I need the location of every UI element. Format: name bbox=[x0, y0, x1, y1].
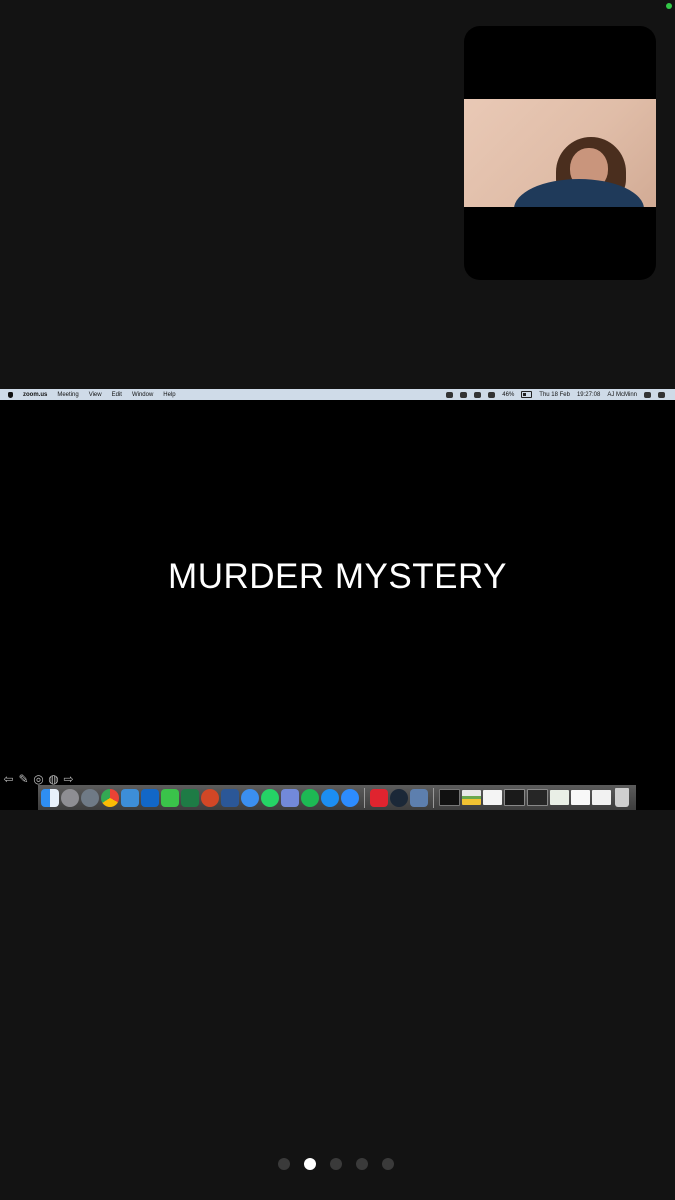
siri-icon[interactable] bbox=[644, 391, 651, 398]
minimized-window-5[interactable] bbox=[527, 789, 548, 806]
menubar-user[interactable]: AJ McMinn bbox=[607, 392, 637, 398]
zoom-icon[interactable] bbox=[341, 788, 359, 807]
dock-separator bbox=[364, 787, 365, 808]
page-dot-2[interactable] bbox=[304, 1158, 316, 1170]
launchpad-icon[interactable] bbox=[61, 788, 79, 807]
minimized-window-8[interactable] bbox=[592, 790, 611, 805]
wifi-icon[interactable] bbox=[474, 391, 482, 398]
self-video-tile[interactable] bbox=[464, 26, 656, 280]
messages-icon[interactable] bbox=[241, 788, 259, 807]
preview-icon[interactable] bbox=[121, 788, 139, 807]
page-dot-3[interactable] bbox=[330, 1158, 342, 1170]
word-icon[interactable] bbox=[221, 788, 239, 807]
spotify-icon[interactable] bbox=[301, 788, 319, 807]
whatsapp-icon[interactable] bbox=[261, 788, 279, 807]
menu-item-view[interactable]: View bbox=[89, 392, 102, 398]
battery-icon[interactable] bbox=[521, 391, 533, 398]
chrome-icon[interactable] bbox=[101, 788, 119, 807]
cloud-icon[interactable] bbox=[460, 391, 468, 398]
trash-icon[interactable] bbox=[615, 788, 629, 807]
page-dot-4[interactable] bbox=[356, 1158, 368, 1170]
facetime-icon[interactable] bbox=[161, 788, 179, 807]
menu-item-window[interactable]: Window bbox=[132, 392, 153, 398]
menubar-date: Thu 18 Feb bbox=[539, 391, 570, 398]
menubar-time[interactable]: 19:27:08 bbox=[577, 392, 600, 398]
minimized-window-2[interactable] bbox=[462, 790, 481, 805]
page-dot-1[interactable] bbox=[278, 1158, 290, 1170]
menu-app-name[interactable]: zoom.us bbox=[23, 392, 47, 398]
arrow-left-icon[interactable]: ⇦ bbox=[2, 773, 15, 786]
mac-dock bbox=[38, 785, 636, 810]
system-preferences-icon[interactable] bbox=[81, 788, 99, 807]
page-dot-5[interactable] bbox=[382, 1158, 394, 1170]
participant-video bbox=[464, 99, 656, 207]
finder-icon[interactable] bbox=[41, 788, 59, 807]
discord-icon[interactable] bbox=[281, 788, 299, 807]
mac-menubar: zoom.us Meeting View Edit Window Help 46… bbox=[0, 389, 675, 400]
page-indicator bbox=[278, 1158, 394, 1170]
camera-status-dot bbox=[666, 3, 672, 9]
minimized-window-7[interactable] bbox=[571, 790, 590, 805]
notification-center-icon[interactable] bbox=[658, 391, 665, 398]
shared-screen: zoom.us Meeting View Edit Window Help 46… bbox=[0, 389, 675, 810]
pencil-icon[interactable]: ✎ bbox=[17, 773, 30, 786]
volume-icon[interactable] bbox=[488, 391, 496, 398]
dock-separator bbox=[433, 787, 434, 808]
battery-percent: 46% bbox=[502, 391, 515, 398]
excel-icon[interactable] bbox=[181, 788, 199, 807]
menu-item-help[interactable]: Help bbox=[163, 392, 175, 398]
minimized-window-6[interactable] bbox=[550, 790, 569, 805]
airmail-icon[interactable] bbox=[370, 788, 388, 807]
steam-icon[interactable] bbox=[390, 788, 408, 807]
minimized-window-1[interactable] bbox=[439, 789, 460, 806]
shield-icon[interactable] bbox=[446, 391, 454, 398]
powerpoint-icon[interactable] bbox=[201, 788, 219, 807]
menu-item-edit[interactable]: Edit bbox=[112, 392, 122, 398]
minimized-window-4[interactable] bbox=[504, 789, 525, 806]
safari-icon[interactable] bbox=[321, 788, 339, 807]
slide-title: MURDER MYSTERY bbox=[168, 557, 507, 596]
minimized-window-3[interactable] bbox=[483, 790, 502, 805]
image-capture-icon[interactable] bbox=[410, 788, 428, 807]
apple-icon[interactable] bbox=[8, 391, 13, 398]
menu-item-meeting[interactable]: Meeting bbox=[57, 392, 78, 398]
outlook-icon[interactable] bbox=[141, 788, 159, 807]
